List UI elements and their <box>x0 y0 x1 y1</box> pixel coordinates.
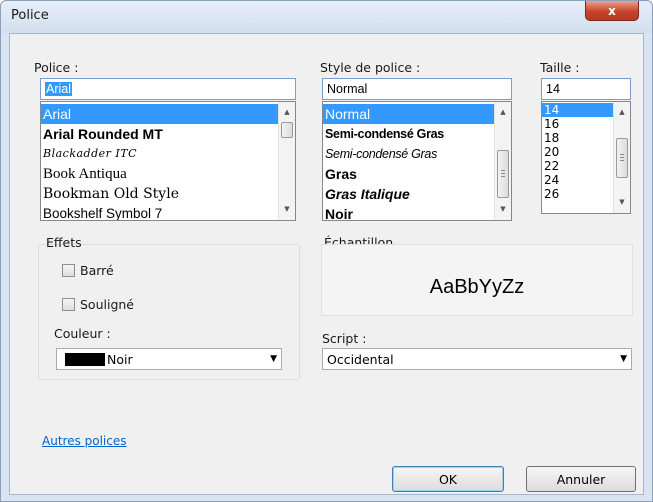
font-input-value: Arial <box>45 82 73 96</box>
size-item-20[interactable]: 20 <box>542 145 613 159</box>
font-item-book-antiqua[interactable]: Book Antiqua <box>41 164 278 184</box>
effects-label: Effets <box>46 235 82 250</box>
underline-label: Souligné <box>80 297 134 312</box>
size-list[interactable]: 14 16 18 20 22 24 26 ▲ ▼ <box>541 101 631 214</box>
style-list-scroll-thumb[interactable] <box>497 150 509 198</box>
sample-text: AaBbYyZz <box>429 276 525 298</box>
grip-icon <box>501 173 505 174</box>
font-item-bookshelf-symbol-7[interactable]: Bookshelf Symbol 7 <box>41 204 278 220</box>
font-item-arial[interactable]: Arial <box>41 104 278 124</box>
ok-button[interactable]: OK <box>392 466 504 492</box>
scroll-up-arrow-icon[interactable]: ▲ <box>614 104 630 121</box>
cancel-button[interactable]: Annuler <box>526 466 636 492</box>
chevron-down-icon: ▼ <box>620 354 627 364</box>
size-item-18[interactable]: 18 <box>542 131 613 145</box>
font-list-items: Arial Arial Rounded MT Blackadder ITC Bo… <box>41 102 278 220</box>
size-item-14[interactable]: 14 <box>542 103 613 117</box>
dialog-title: Police <box>11 8 49 23</box>
scroll-down-arrow-icon[interactable]: ▼ <box>279 201 295 218</box>
title-bar: Police x <box>1 1 652 33</box>
color-dropdown[interactable]: Noir ▼ <box>56 348 282 370</box>
scroll-down-arrow-icon[interactable]: ▼ <box>614 194 630 211</box>
size-item-22[interactable]: 22 <box>542 159 613 173</box>
size-input[interactable]: 14 <box>541 78 631 100</box>
close-button[interactable]: x <box>585 1 639 21</box>
dialog-body: Police : Arial Arial Arial Rounded MT Bl… <box>9 33 644 495</box>
script-label: Script : <box>322 331 367 346</box>
grip-icon <box>620 160 624 161</box>
size-list-scroll-thumb[interactable] <box>616 138 628 178</box>
color-value: Noir <box>107 352 133 367</box>
font-dialog: Police x Police : Arial Arial Arial Roun… <box>0 0 653 502</box>
size-label: Taille : <box>540 60 580 75</box>
color-label: Couleur : <box>54 326 111 341</box>
style-item-bold-italic[interactable]: Gras Italique <box>323 184 494 204</box>
scroll-up-arrow-icon[interactable]: ▲ <box>495 104 511 121</box>
color-swatch <box>65 353 105 366</box>
font-list-scroll-thumb[interactable] <box>281 122 293 138</box>
sample-preview: AaBbYyZz <box>321 244 633 316</box>
style-list-items: Normal Semi-condensé Gras Semi-condensé … <box>323 102 494 220</box>
style-label: Style de police : <box>320 60 421 75</box>
font-item-arial-rounded-mt[interactable]: Arial Rounded MT <box>41 124 278 144</box>
grip-icon <box>620 157 624 158</box>
font-list-scrollbar[interactable]: ▲ ▼ <box>278 102 295 220</box>
scroll-up-arrow-icon[interactable]: ▲ <box>279 104 295 121</box>
font-list[interactable]: Arial Arial Rounded MT Blackadder ITC Bo… <box>40 101 296 221</box>
size-list-scrollbar[interactable]: ▲ ▼ <box>613 102 630 213</box>
size-item-24[interactable]: 24 <box>542 173 613 187</box>
size-item-26[interactable]: 26 <box>542 187 613 201</box>
strikeout-checkbox[interactable] <box>62 264 75 277</box>
scroll-down-arrow-icon[interactable]: ▼ <box>495 201 511 218</box>
style-item-semi-condensed-bold-italic[interactable]: Semi-condensé Gras <box>323 144 494 164</box>
style-item-black[interactable]: Noir <box>323 204 494 220</box>
grip-icon <box>501 170 505 171</box>
size-item-16[interactable]: 16 <box>542 117 613 131</box>
script-value: Occidental <box>327 352 394 367</box>
style-list[interactable]: Normal Semi-condensé Gras Semi-condensé … <box>322 101 512 221</box>
font-item-bookman-old-style[interactable]: Bookman Old Style <box>41 184 278 204</box>
grip-icon <box>501 176 505 177</box>
strikeout-label: Barré <box>80 263 114 278</box>
chevron-down-icon: ▼ <box>270 354 277 364</box>
font-input[interactable]: Arial <box>40 78 296 100</box>
underline-checkbox[interactable] <box>62 298 75 311</box>
script-dropdown[interactable]: Occidental ▼ <box>322 348 632 370</box>
font-item-blackadder-itc[interactable]: Blackadder ITC <box>41 144 278 164</box>
font-label: Police : <box>34 60 79 75</box>
size-list-items: 14 16 18 20 22 24 26 <box>542 102 613 213</box>
more-fonts-link[interactable]: Autres polices <box>42 434 127 448</box>
style-item-bold[interactable]: Gras <box>323 164 494 184</box>
style-item-semi-condensed-bold[interactable]: Semi-condensé Gras <box>323 124 494 144</box>
grip-icon <box>620 154 624 155</box>
style-item-normal[interactable]: Normal <box>323 104 494 124</box>
style-input[interactable]: Normal <box>322 78 512 100</box>
style-list-scrollbar[interactable]: ▲ ▼ <box>494 102 511 220</box>
